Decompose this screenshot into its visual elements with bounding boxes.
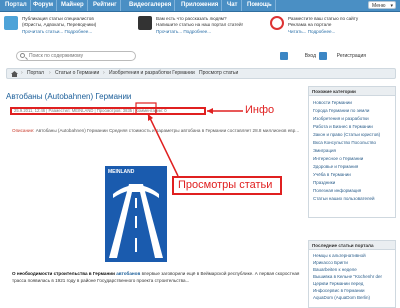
nav-apps[interactable]: Приложения <box>178 0 223 11</box>
sidebar-item[interactable]: Города Германии по земли <box>313 108 369 114</box>
promo-block-1: Публикация статьи специалистов (Юристы, … <box>4 14 134 44</box>
article-meta: 25.9.2011, 12:46 | Разместил: MEINLAND |… <box>14 108 167 113</box>
document-icon <box>138 16 152 30</box>
sidebar-categories: Похожие категории Новости Германии Город… <box>308 86 396 218</box>
promo-links[interactable]: Прочитать статьи... Подробнее... <box>22 29 132 35</box>
annotation-views: Просмотры статьи <box>172 176 282 195</box>
breadcrumb-separator: › <box>103 70 105 76</box>
autobahn-icon <box>109 184 163 258</box>
nav-miner[interactable]: Майнер <box>58 0 88 11</box>
breadcrumb-separator: › <box>49 70 51 76</box>
menu-label: Меню <box>372 3 386 9</box>
breadcrumb-inventions[interactable]: Изобретения и разработки Германии <box>109 69 195 78</box>
promo-block-2: Вам есть что рассказать людям? Напишите … <box>138 14 268 44</box>
breadcrumb-separator: › <box>193 70 195 76</box>
sidebar-item[interactable]: Здоровье и Германия <box>313 164 358 170</box>
article-description: Описание: Автобаны (Autobahnen) Германии… <box>12 127 300 134</box>
sidebar-item[interactable]: Церкви Германии перед <box>313 281 363 287</box>
sidebar-item[interactable]: Вышивка в Кельне "Küchenhr der <box>313 274 382 280</box>
description-text: Автобаны (Autobahnen) Германии Средняя с… <box>35 128 300 133</box>
article-body: О необходимости строительства в Германии… <box>12 270 300 284</box>
sidebar-item[interactable]: Интересное о Германии <box>313 156 363 162</box>
home-icon[interactable] <box>11 71 18 77</box>
sidebar-item[interactable]: Статьи наших пользователей <box>313 196 375 202</box>
promo-text: Разместите ваш статью по сайту Реклама н… <box>288 16 359 27</box>
article-logo-image: MEINLAND <box>105 166 167 262</box>
people-icon <box>4 16 18 30</box>
promo-links[interactable]: Прочитать... Подробнее... <box>156 29 266 35</box>
nav-rating[interactable]: Рейтинг <box>90 0 121 11</box>
breadcrumb: › Портал › Статьи о Германии › Изобретен… <box>6 68 396 79</box>
login-link[interactable]: Вход <box>305 52 316 60</box>
sidebar-heading: Последние статьи портала <box>309 241 395 250</box>
body-bold-1: О необходимости строительства в Германии <box>12 271 115 276</box>
sidebar-item[interactable]: Изобретения и разработки <box>313 116 369 122</box>
top-navigation: Портал Форум Майнер Рейтинг Видеогалерея… <box>0 0 400 12</box>
breadcrumb-current: Просмотр статьи <box>199 70 239 76</box>
sidebar-item[interactable]: Инфоcервис в Германии <box>313 288 364 294</box>
login-icon[interactable] <box>280 52 288 60</box>
sidebar-item[interactable]: Праздники <box>313 180 335 186</box>
sidebar-item[interactable]: Работа и Бизнес в Германии <box>313 124 373 130</box>
breadcrumb-portal[interactable]: Портал <box>27 69 44 78</box>
search-icon <box>20 53 25 58</box>
menu-dropdown[interactable]: Меню ▾ <box>368 1 396 9</box>
promo-text: Публикация статьи специалистов (Юристы, … <box>22 16 97 27</box>
sidebar-item[interactable]: Полезная информация <box>313 188 361 194</box>
sidebar-item[interactable]: Закон и право (Статьи юристов) <box>313 132 380 138</box>
promo-block-3: Разместите ваш статью по сайту Реклама н… <box>270 14 396 44</box>
sidebar-item[interactable]: Новости Германии <box>313 100 352 106</box>
chevron-down-icon: ▾ <box>390 3 393 9</box>
target-icon <box>270 16 284 30</box>
nav-forum[interactable]: Форум <box>30 0 58 11</box>
nav-portal[interactable]: Портал <box>2 0 31 11</box>
sidebar-item[interactable]: Вкса Консульство Посольство <box>313 140 376 146</box>
breadcrumb-separator: › <box>21 70 23 76</box>
sidebar-item[interactable]: Учёба в Германии <box>313 172 351 178</box>
sidebar-item[interactable]: Эмиграция <box>313 148 336 154</box>
search-input[interactable] <box>29 52 133 60</box>
nav-chat[interactable]: Чат <box>224 0 242 11</box>
sidebar-item[interactable]: Немцы к альтернативной <box>313 253 366 259</box>
sidebar-item[interactable]: Ирикассо Бригги <box>313 260 348 266</box>
sidebar-item[interactable]: AquaDom (AquaDom Berlin) <box>313 295 370 301</box>
breadcrumb-articles[interactable]: Статьи о Германии <box>55 69 99 78</box>
register-icon[interactable] <box>319 52 327 60</box>
nav-help[interactable]: Помощь <box>244 0 276 11</box>
body-bold-link[interactable]: автобанов <box>116 271 140 276</box>
search-bar: Вход Регистрация <box>0 47 400 65</box>
article-title: Автобаны (Autobahnen) Германии <box>6 92 132 101</box>
annotation-info: Инфо <box>245 104 275 116</box>
nav-videogallery[interactable]: Видеогалерея <box>126 0 176 11</box>
promo-links[interactable]: Читать... Подробнее... <box>288 29 398 35</box>
description-label: Описание: <box>12 128 35 133</box>
sidebar-item[interactable]: Bauarbeiten к неделе <box>313 267 357 273</box>
promo-text: Вам есть что рассказать людям? Напишите … <box>156 16 243 27</box>
register-link[interactable]: Регистрация <box>337 52 366 60</box>
sidebar-heading: Похожие категории <box>309 87 395 96</box>
search-field[interactable] <box>16 51 136 61</box>
sidebar-latest-articles: Последние статьи портала Немцы к альтерн… <box>308 240 396 308</box>
